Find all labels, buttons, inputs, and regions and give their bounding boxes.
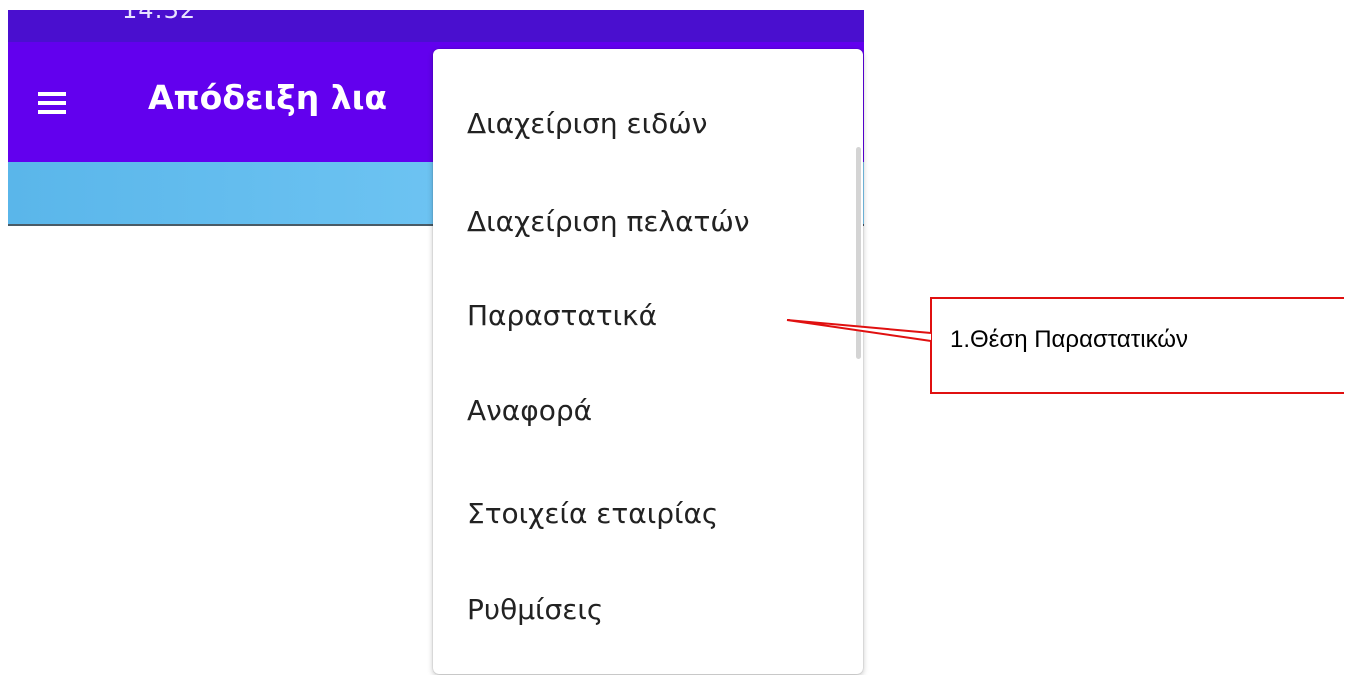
overflow-menu: Διαχείριση ειδών Διαχείριση πελατών Παρα… (433, 49, 863, 674)
annotation-text: 1.Θέση Παραστατικών (950, 326, 1189, 353)
status-bar: 14:32 (8, 10, 864, 42)
hamburger-menu-icon[interactable] (38, 92, 66, 114)
menu-item-report[interactable]: Αναφορά (467, 394, 592, 427)
menu-item-documents[interactable]: Παραστατικά (467, 299, 657, 332)
menu-item-settings[interactable]: Ρυθμίσεις (467, 593, 603, 626)
menu-scrollbar[interactable] (856, 147, 861, 359)
menu-item-manage-customers[interactable]: Διαχείριση πελατών (467, 205, 749, 238)
menu-item-manage-items[interactable]: Διαχείριση ειδών (467, 107, 707, 140)
app-title: Απόδειξη λια (148, 78, 388, 117)
status-time: 14:32 (122, 10, 197, 24)
menu-item-company-info[interactable]: Στοιχεία εταιρίας (467, 497, 718, 530)
screenshot-stage: 14:32 Απόδειξη λια Διαχείριση ειδών Διαχ… (0, 0, 1345, 675)
annotation-callout: 1.Θέση Παραστατικών (930, 297, 1344, 394)
